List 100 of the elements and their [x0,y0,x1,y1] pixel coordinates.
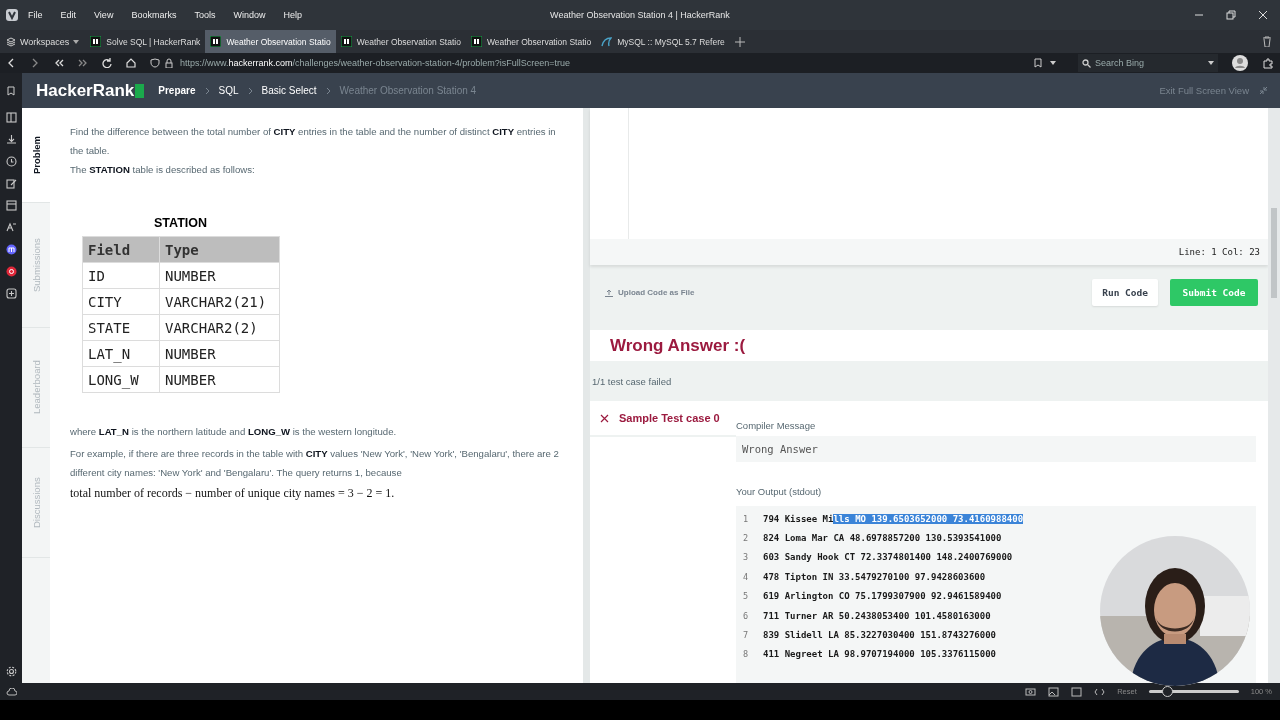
bookmark-icon[interactable] [1034,58,1042,68]
table-cell: STATE [82,314,160,341]
edit-icon[interactable] [5,178,17,189]
output-line: 619 Arlington CO 75.1799307900 92.9461589400 [763,591,1002,602]
line-number: 6 [742,610,750,621]
example-paragraph: For example, if there are three records in the table with CITY values 'New York', 'New York', 'Bengalaru', there are 2 different city names: 'New York' and 'Bengalaru'. The query returns 1, because [70,447,560,480]
upload-icon [605,288,613,297]
problem-statement: Find the difference between the total number of CITY entries in the table and the number of distinct CITY entries in the table. [70,125,557,158]
line-number: 3 [742,552,750,563]
collapse-icon[interactable] [1259,86,1268,95]
search-field[interactable]: Search Bing [1078,54,1218,72]
new-tab-icon[interactable] [734,36,745,47]
back-icon[interactable] [6,58,16,68]
output-line: 824 Loma Mar CA 48.6978857200 130.5393541000 [763,533,1002,544]
test-summary: 1/1 test case failed [592,375,672,387]
browser-tab[interactable]: MySQL :: MySQL 5.7 Refere [596,30,730,53]
scrollbar[interactable] [1268,108,1280,683]
restore-icon[interactable] [1226,10,1236,20]
reload-icon[interactable] [102,58,112,68]
puzzle-icon[interactable] [1262,57,1274,69]
shield-icon[interactable] [150,58,160,68]
breadcrumb-link[interactable]: Prepare [158,85,196,96]
output-line: 603 Sandy Hook CT 72.3374801400 148.2400769000 [763,552,1013,563]
menu-item[interactable]: Bookmarks [122,10,186,20]
settings-icon[interactable] [5,666,17,677]
line-number: 7 [742,630,750,641]
close-icon[interactable] [1258,10,1268,20]
trash-icon[interactable] [1262,36,1272,47]
browser-tab[interactable]: Weather Observation Statio [205,30,336,53]
output-line: 478 Tipton IN 33.5479270100 97.9428603600 [763,571,986,582]
workspaces-button[interactable]: Workspaces [0,30,86,53]
menu-item[interactable]: Edit [51,10,86,20]
image-icon[interactable] [1048,686,1060,697]
output-label: Your Output (stdout) [736,486,823,499]
verdict-heading: Wrong Answer :( [610,335,746,356]
line-number: 5 [742,591,750,602]
record-icon[interactable] [5,266,17,277]
menu-item[interactable]: View [85,10,123,20]
lock-icon[interactable] [164,58,174,68]
menu-item[interactable]: File [19,10,52,20]
panel-icon[interactable] [5,112,17,123]
chevron-icon [325,86,331,95]
translate-icon[interactable] [5,222,17,233]
download-icon[interactable] [5,134,17,145]
home-icon[interactable] [126,58,136,68]
output-line: 411 Negreet LA 98.9707194000 105.3376115000 [763,649,996,660]
layers-icon [6,36,16,47]
account-icon[interactable] [1232,55,1248,71]
caret-icon [1208,61,1214,65]
table-title: STATION [153,216,208,230]
compiler-label: Compiler Message [736,420,817,433]
caret-icon[interactable] [1050,61,1056,65]
problem-tab[interactable]: Problem [22,108,50,203]
bookmark-icon[interactable] [7,85,15,96]
table-cell: NUMBER [159,340,280,367]
breadcrumb-link[interactable]: Basic Select [261,85,317,96]
upload-link[interactable]: Upload Code as File [605,288,695,297]
logo-block-icon [135,83,145,98]
field-explanation: where LAT_N is the northern latitude and LONG_W is the western longitude. [70,425,398,439]
rewind-icon[interactable] [54,58,64,68]
address-field[interactable]: https://www.hackerrank.com/challenges/weather-observation-station-4/problem?isFullScreen=true [180,58,570,68]
caret-icon [73,39,80,44]
breadcrumb-link[interactable]: SQL [218,85,239,96]
clock-icon[interactable] [5,156,17,167]
m-icon[interactable] [5,244,17,255]
browser-tab[interactable]: Weather Observation Statio [335,30,466,53]
run-code-button[interactable]: Run Code [1092,279,1158,306]
camera-icon[interactable] [1025,686,1037,697]
code-editor[interactable]: Line: 1 Col: 23 [590,108,1268,265]
line-number: 2 [742,533,750,544]
line-number: 8 [742,649,750,660]
browser-tab[interactable]: Weather Observation Statio [465,30,597,53]
browser-tab[interactable]: Solve SQL | HackerRank [85,30,206,53]
logo-text: HackerRank [36,80,135,101]
chevron-icon [247,86,253,95]
scroll-thumb-icon[interactable] [1271,208,1277,298]
output-line: 711 Turner AR 50.2438053400 101.4580163000 [763,610,991,621]
site-icon [340,36,352,47]
menu-item[interactable]: Window [224,10,275,20]
search-icon [1082,58,1091,68]
table-cell: NUMBER [159,366,280,393]
menu-item[interactable]: Help [274,10,311,20]
menu-item[interactable]: Tools [185,10,225,20]
table-description: The STATION table is described as follows: [70,163,256,177]
site-icon [470,36,482,47]
forward-icon[interactable] [30,58,40,68]
cloud-icon[interactable] [6,687,17,696]
table-cell: LAT_N [82,340,160,367]
code-icon[interactable] [1094,686,1106,697]
formula: total number of records − number of unique city names = 3 − 2 = 1. [70,485,396,502]
browser-logo-icon[interactable] [5,8,19,22]
table-cell: VARCHAR2(2) [159,314,280,341]
window-title: Weather Observation Station 4 | HackerRank [550,10,730,20]
site-icon [210,36,222,47]
window-icon[interactable] [5,200,17,211]
fast-forward-icon[interactable] [78,58,88,68]
window-icon[interactable] [1071,686,1083,697]
zoom-slider[interactable] [1161,686,1173,697]
site-icon [90,36,102,47]
add-panel-icon[interactable] [5,288,17,299]
